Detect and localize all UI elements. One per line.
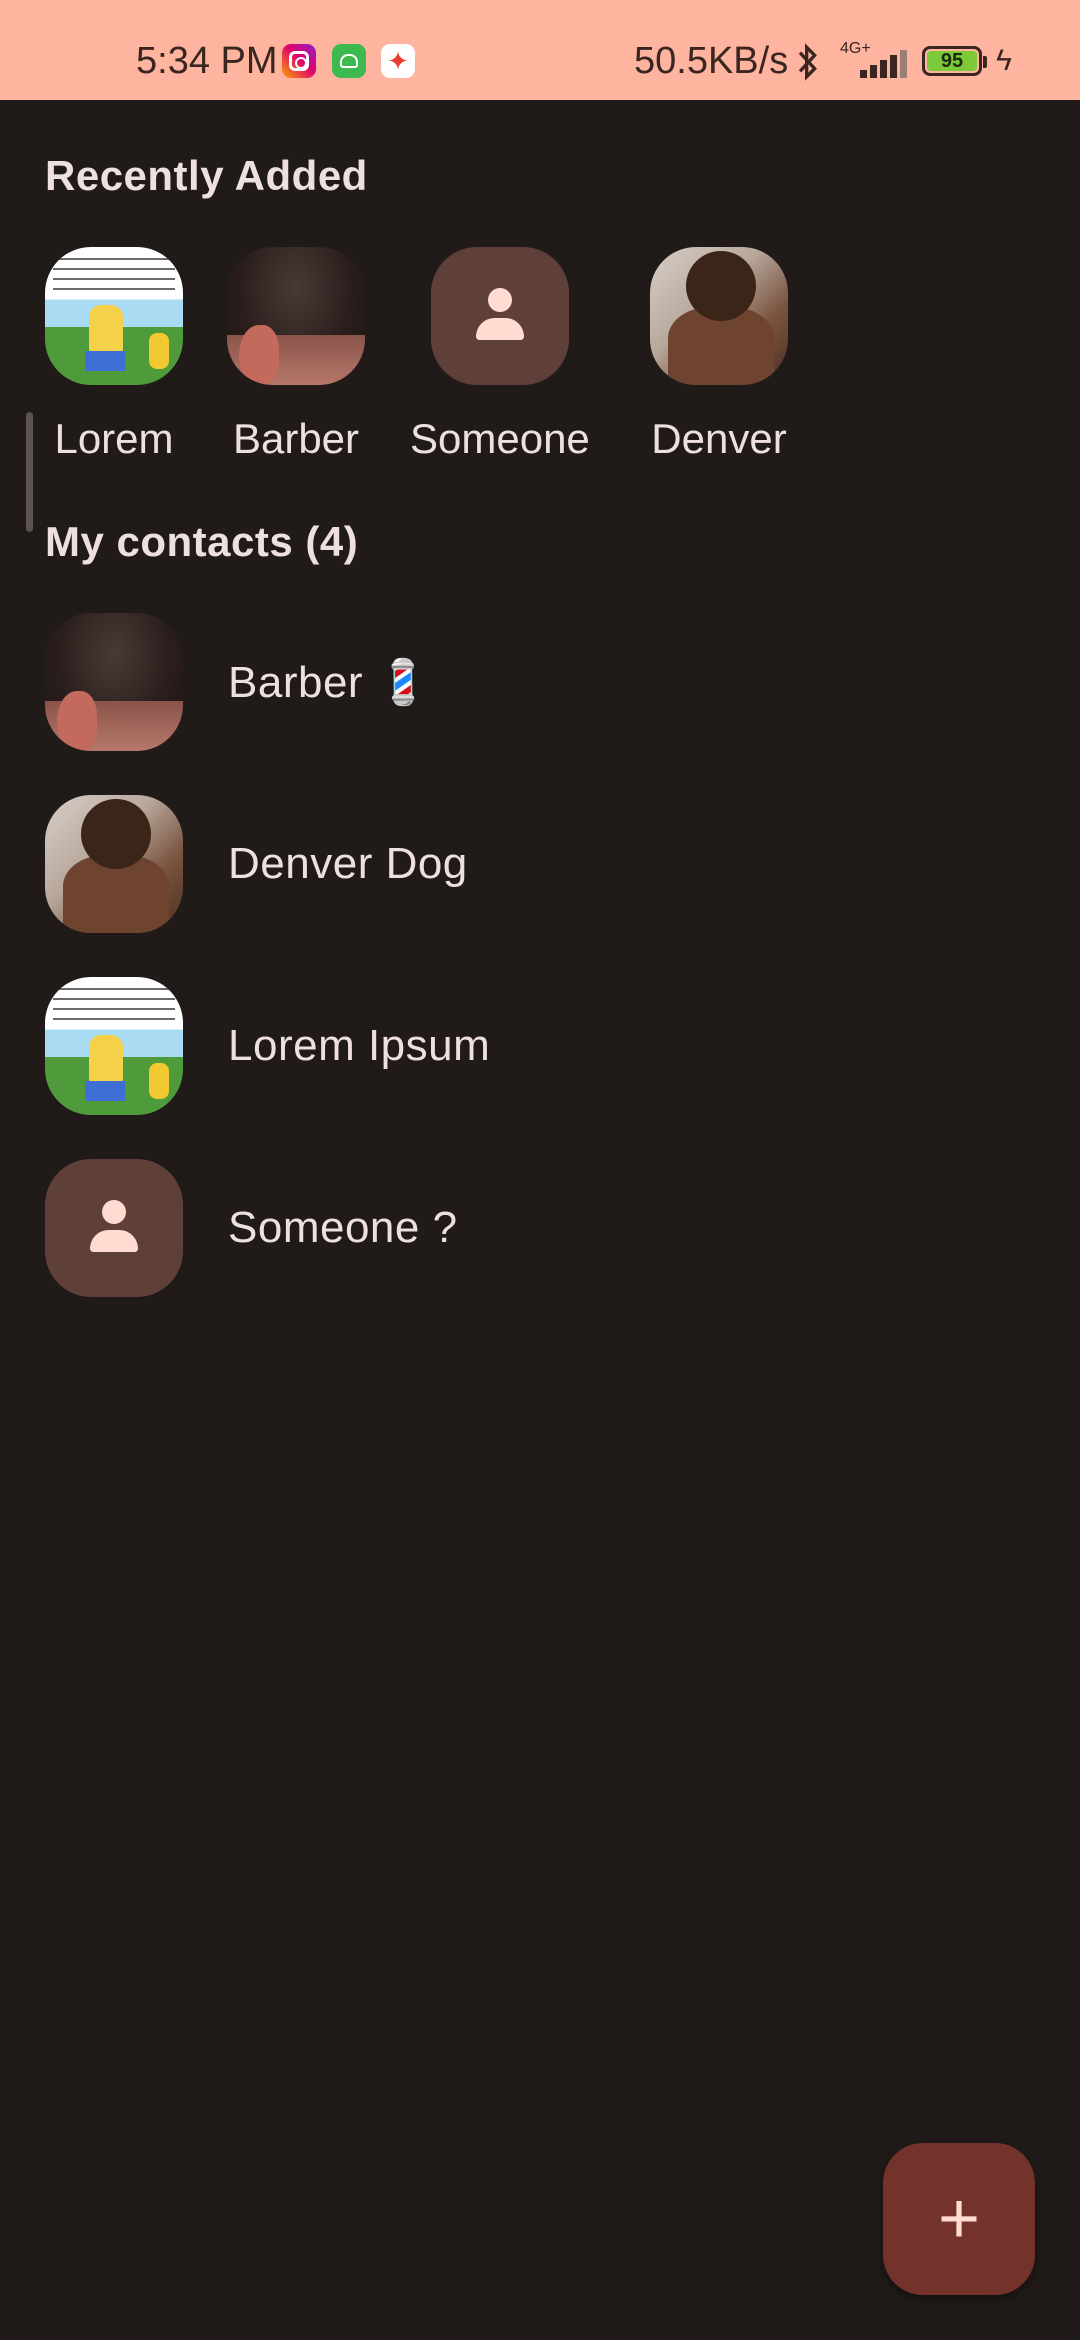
android-icon: [332, 44, 366, 78]
contact-row-lorem-ipsum[interactable]: Lorem Ipsum: [45, 977, 1035, 1115]
signal-icon: [846, 48, 908, 78]
recent-item-barber[interactable]: Barber: [227, 247, 365, 463]
recent-item-someone[interactable]: Someone: [410, 247, 590, 463]
battery-level: 95: [927, 51, 977, 71]
contact-row-barber[interactable]: Barber 💈: [45, 613, 1035, 751]
recently-added-heading: Recently Added: [45, 152, 368, 199]
recent-item-name: Lorem: [54, 415, 174, 462]
avatar: [650, 247, 788, 385]
network-speed: 50.5KB/s: [634, 40, 789, 82]
contact-name: Denver Dog: [228, 839, 468, 888]
add-contact-button[interactable]: +: [883, 2143, 1035, 2295]
recent-item-name: Someone: [410, 415, 590, 462]
status-bar: 5:34 PM ✦ 50.5KB/s 4G+ 95 ϟ: [0, 0, 1080, 100]
avatar: [45, 1159, 183, 1297]
avatar: [430, 247, 569, 385]
avatar: [45, 247, 183, 385]
contacts-heading: My contacts (4): [45, 518, 359, 565]
person-icon: [470, 286, 530, 346]
contact-row-denver-dog[interactable]: Denver Dog: [45, 795, 1035, 933]
avatar: [227, 247, 365, 385]
recent-item-name: Barber: [232, 415, 360, 462]
recent-item-name: Denver: [651, 415, 787, 462]
bluetooth-icon: [798, 43, 817, 81]
battery-icon: 95: [922, 46, 987, 76]
contact-name: Lorem Ipsum: [228, 1021, 491, 1070]
person-icon: [84, 1198, 144, 1258]
contact-name: Barber 💈: [228, 658, 432, 707]
charging-icon: ϟ: [996, 44, 1012, 77]
recent-item-lorem[interactable]: Lorem: [45, 247, 183, 463]
avatar: [45, 795, 183, 933]
scrollbar[interactable]: [26, 412, 33, 532]
contact-row-someone[interactable]: Someone ?: [45, 1159, 1035, 1297]
recent-item-denver[interactable]: Denver: [650, 247, 788, 463]
instagram-icon: [282, 44, 316, 78]
avatar: [45, 613, 183, 751]
google-play-icon: ✦: [381, 44, 415, 78]
contact-name: Someone ?: [228, 1203, 458, 1252]
add-icon: +: [937, 2179, 981, 2259]
status-time: 5:34 PM: [136, 40, 278, 82]
avatar: [45, 977, 183, 1115]
